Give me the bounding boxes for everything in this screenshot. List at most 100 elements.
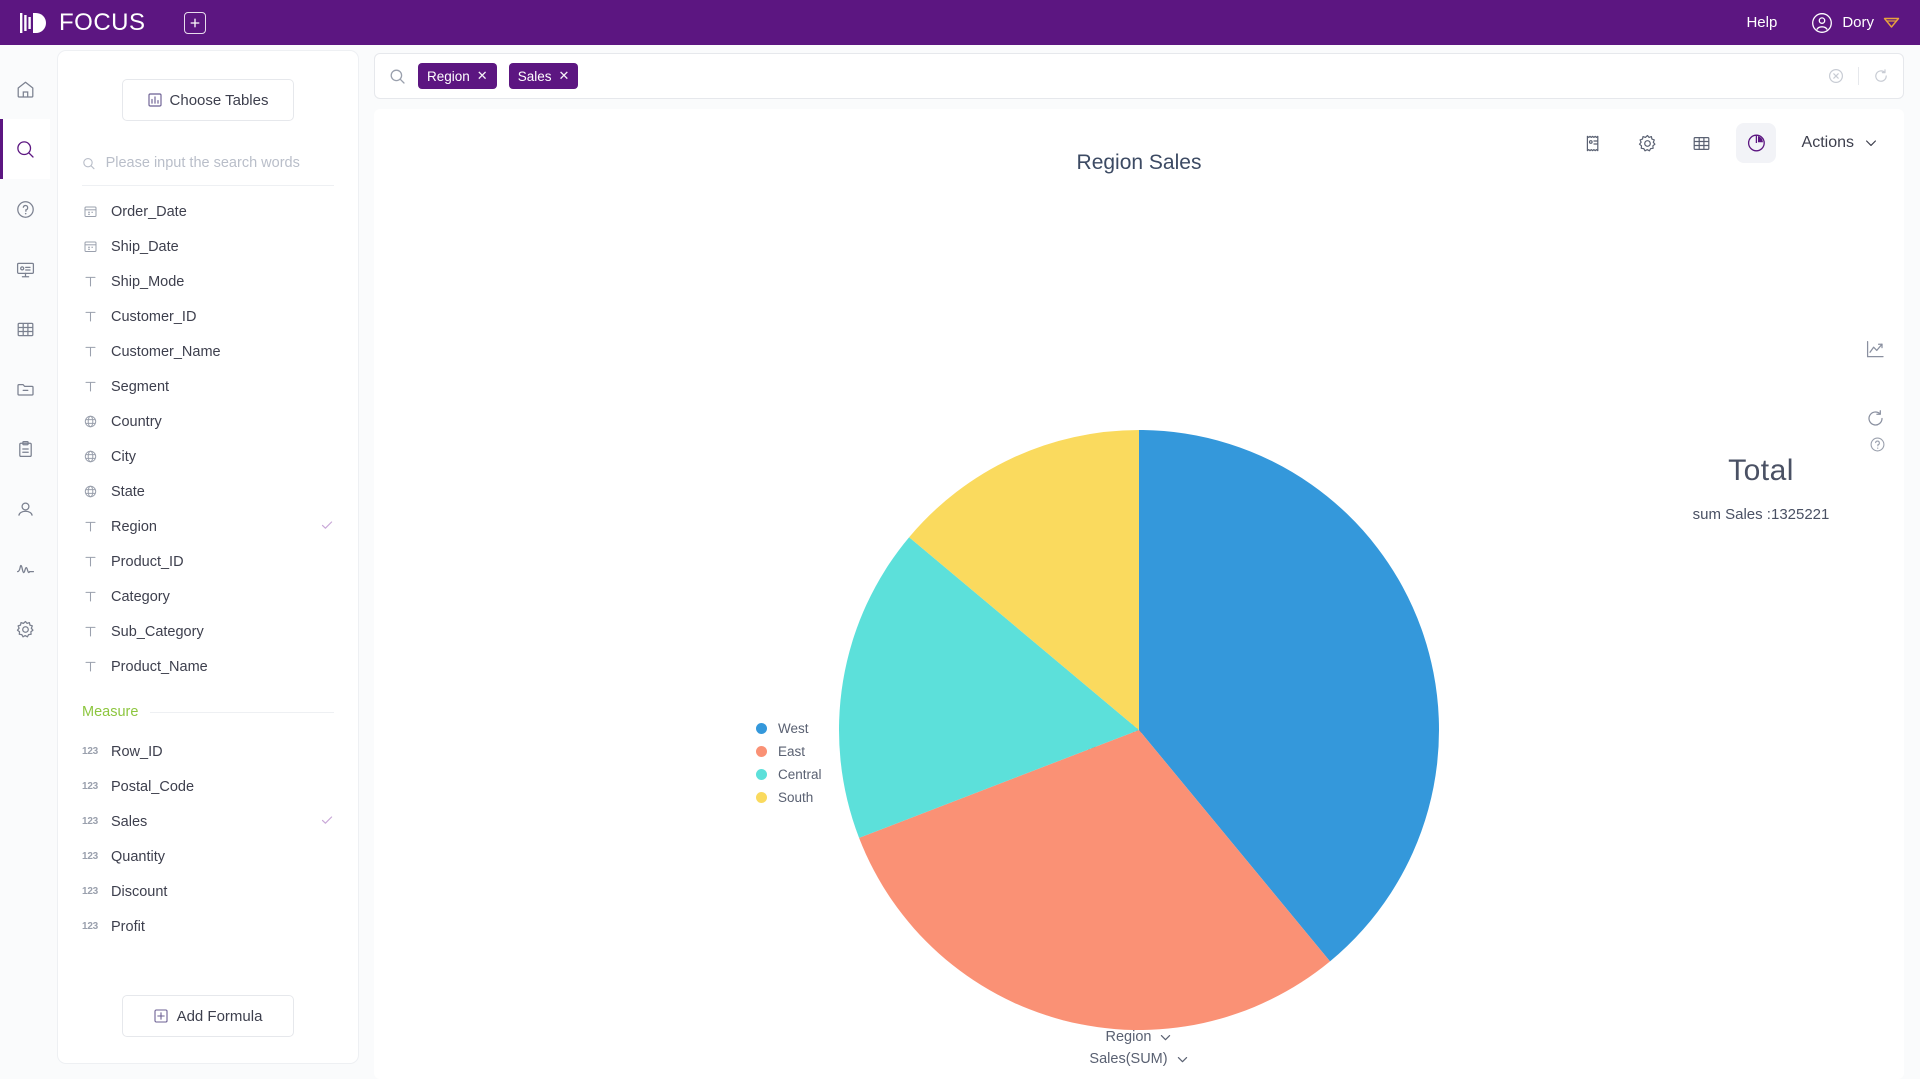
total-title: Total xyxy=(1728,454,1794,487)
question-circle-icon[interactable] xyxy=(1869,436,1886,458)
pie-chart-svg[interactable] xyxy=(836,427,1442,1033)
query-tag-region[interactable]: Region ✕ xyxy=(418,63,497,89)
rail-item-presentation[interactable] xyxy=(0,239,50,299)
rail-item-home[interactable] xyxy=(0,59,50,119)
field-label: Postal_Code xyxy=(111,778,195,795)
rail-item-table[interactable] xyxy=(0,299,50,359)
field-label: Product_Name xyxy=(111,658,208,675)
help-link[interactable]: Help xyxy=(1746,14,1777,31)
choose-tables-button[interactable]: Choose Tables xyxy=(122,79,294,121)
rail-item-folder[interactable] xyxy=(0,359,50,419)
dimension-selector[interactable]: Region xyxy=(1106,1029,1173,1045)
measure-list: 123 Row_ID 123 Postal_Code 123 Sales 123 xyxy=(82,734,334,944)
date-icon xyxy=(82,240,98,253)
rail-item-settings[interactable] xyxy=(0,599,50,659)
line-chart-icon[interactable] xyxy=(1865,339,1886,360)
question-circle-icon xyxy=(16,200,34,218)
query-tag-sales[interactable]: Sales ✕ xyxy=(508,63,579,89)
close-icon[interactable]: ✕ xyxy=(477,68,488,84)
folder-minus-icon xyxy=(16,383,34,396)
field-label: Product_ID xyxy=(111,553,184,570)
top-bar: FOCUS Help Dory xyxy=(0,0,1920,45)
plus-square-icon xyxy=(190,18,199,27)
field-row[interactable]: Country xyxy=(82,404,334,439)
rail-item-search[interactable] xyxy=(0,119,50,179)
field-label: Ship_Date xyxy=(111,238,179,255)
field-row[interactable]: State xyxy=(82,474,334,509)
number-type-icon: 123 xyxy=(82,816,99,827)
add-formula-label: Add Formula xyxy=(176,1007,263,1025)
field-row[interactable]: Category xyxy=(82,579,334,614)
rail-item-user[interactable] xyxy=(0,479,50,539)
close-icon[interactable]: ✕ xyxy=(558,68,569,84)
legend-color-swatch xyxy=(756,769,767,780)
field-row[interactable]: 123 Discount xyxy=(82,874,334,909)
divider xyxy=(150,711,334,713)
refresh-icon[interactable] xyxy=(1873,68,1889,84)
field-row[interactable]: Product_Name xyxy=(82,649,334,684)
total-panel: Total sum Sales :1325221 xyxy=(1646,437,1885,523)
field-row[interactable]: Customer_ID xyxy=(82,299,334,334)
search-input[interactable] xyxy=(105,155,334,171)
rail-item-clipboard[interactable] xyxy=(0,419,50,479)
field-row[interactable]: Product_ID xyxy=(82,544,334,579)
globe-icon xyxy=(82,415,98,428)
rail-item-activity[interactable] xyxy=(0,539,50,599)
user-menu[interactable]: Dory xyxy=(1811,12,1900,34)
field-label: City xyxy=(111,448,136,465)
field-search[interactable] xyxy=(82,155,334,186)
field-label: Quantity xyxy=(111,848,165,865)
chevron-down-icon xyxy=(1177,1056,1187,1062)
field-row[interactable]: Sub_Category xyxy=(82,614,334,649)
home-icon xyxy=(17,81,33,98)
field-row[interactable]: 123 Quantity xyxy=(82,839,334,874)
measure-selector[interactable]: Sales(SUM) xyxy=(1089,1051,1188,1067)
axis-label-group: Region Sales(SUM) xyxy=(374,1029,1904,1067)
field-row[interactable]: 123 Row_ID xyxy=(82,734,334,769)
field-row-sales[interactable]: 123 Sales xyxy=(82,804,334,839)
crown-badge-icon xyxy=(1883,17,1900,28)
text-type-icon xyxy=(82,625,98,638)
app-root: FOCUS Help Dory Choose Tables Please inp… xyxy=(0,0,1920,1079)
field-label: Country xyxy=(111,413,162,430)
date-icon xyxy=(82,205,98,218)
add-formula-button[interactable]: Add Formula xyxy=(122,995,294,1037)
text-type-icon xyxy=(82,590,98,603)
monitor-icon xyxy=(16,262,34,277)
chart-right-rail xyxy=(1865,339,1886,429)
field-row[interactable]: Ship_Mode xyxy=(82,264,334,299)
field-row[interactable]: Segment xyxy=(82,369,334,404)
field-label: Customer_ID xyxy=(111,308,197,325)
field-row[interactable]: 123 Profit xyxy=(82,909,334,944)
body: Choose Tables Order_Date xyxy=(0,45,1920,1079)
total-value: sum Sales :1325221 xyxy=(1692,506,1830,523)
number-type-icon: 123 xyxy=(82,781,99,792)
field-row-region[interactable]: Region xyxy=(82,509,334,544)
brand[interactable]: FOCUS xyxy=(20,9,146,37)
number-type-icon: 123 xyxy=(82,886,99,897)
pie-chart[interactable] xyxy=(836,427,1442,1038)
top-bar-right: Help Dory xyxy=(1746,12,1900,34)
legend-color-swatch xyxy=(756,723,767,734)
rail-item-help[interactable] xyxy=(0,179,50,239)
choose-tables-label: Choose Tables xyxy=(169,91,269,109)
plot-area: Total sum Sales :1325221 West 517037.08 … xyxy=(374,109,1904,1079)
legend-label: South xyxy=(778,790,814,805)
grid-icon xyxy=(17,322,33,336)
field-row[interactable]: Order_Date xyxy=(82,194,334,229)
field-row[interactable]: 123 Postal_Code xyxy=(82,769,334,804)
measure-header-label: Measure xyxy=(82,704,139,720)
field-row[interactable]: City xyxy=(82,439,334,474)
field-row[interactable]: Ship_Date xyxy=(82,229,334,264)
user-name: Dory xyxy=(1842,14,1874,31)
field-label: Order_Date xyxy=(111,203,187,220)
clipboard-icon xyxy=(18,440,32,457)
search-icon xyxy=(390,69,405,84)
clear-circle-icon[interactable] xyxy=(1828,68,1844,84)
refresh-icon[interactable] xyxy=(1865,408,1886,429)
query-search-bar[interactable]: Region ✕ Sales ✕ xyxy=(374,53,1904,99)
search-bar-actions xyxy=(1828,67,1889,85)
focus-logo-icon xyxy=(20,12,46,33)
add-tab-button[interactable] xyxy=(183,11,206,34)
field-row[interactable]: Customer_Name xyxy=(82,334,334,369)
